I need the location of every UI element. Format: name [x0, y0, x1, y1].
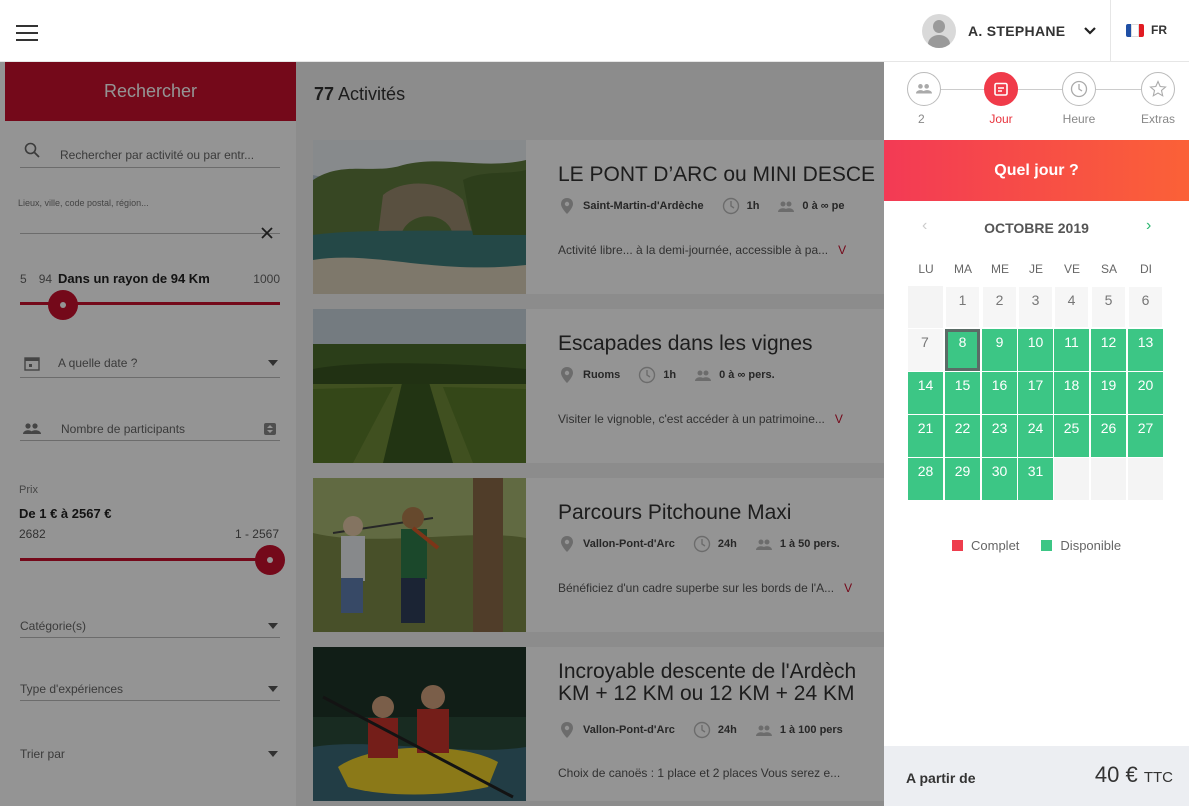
calendar-day-available[interactable]: 26 — [1091, 415, 1126, 457]
weekday-label: ME — [991, 262, 1009, 276]
calendar-empty-cell — [1128, 458, 1163, 500]
calendar-day-available[interactable]: 31 — [1018, 458, 1053, 500]
calendar-day-available[interactable]: 15 — [945, 372, 980, 414]
step-label: Heure — [1062, 112, 1096, 126]
step-label: Jour — [989, 112, 1013, 126]
booking-panel: 2 Jour Heure Extras Quel jour ? ‹ OCTOBR… — [884, 62, 1189, 806]
legend-full-swatch — [952, 540, 963, 551]
calendar-day-available[interactable]: 16 — [982, 372, 1017, 414]
calendar-header: ‹ OCTOBRE 2019 › — [884, 217, 1189, 241]
calendar-day-available[interactable]: 23 — [982, 415, 1017, 457]
price-value: 40 € TTC — [1095, 762, 1173, 788]
weekday-label: SA — [1100, 262, 1117, 276]
calendar-day-past: 1 — [945, 286, 980, 328]
clock-icon — [1070, 80, 1088, 98]
calendar-day-available[interactable]: 10 — [1018, 329, 1053, 371]
weekday-label: VE — [1063, 262, 1080, 276]
calendar-empty-cell — [1054, 458, 1089, 500]
weekday-label: LU — [918, 262, 934, 276]
page-overlay[interactable] — [0, 62, 884, 806]
price-from-label: A partir de — [906, 770, 976, 786]
top-bar: A. STEPHANE FR — [0, 0, 1189, 62]
calendar-day-available[interactable]: 27 — [1128, 415, 1163, 457]
booking-steps: 2 Jour Heure Extras — [884, 62, 1189, 140]
calendar-day-available[interactable]: 17 — [1018, 372, 1053, 414]
calendar-day-available[interactable]: 30 — [982, 458, 1017, 500]
price-suffix: TTC — [1143, 769, 1173, 786]
step-label: 2 — [918, 112, 925, 126]
calendar-day-available[interactable]: 12 — [1091, 329, 1126, 371]
legend-full-label: Complet — [971, 538, 1020, 553]
legend-available-swatch — [1041, 540, 1053, 551]
step-extras[interactable]: Extras — [1140, 72, 1176, 126]
step-time[interactable]: Heure — [1061, 72, 1097, 126]
calendar-month: OCTOBRE 2019 — [984, 220, 1089, 236]
calendar-day-available[interactable]: 13 — [1128, 329, 1163, 371]
step-day[interactable]: Jour — [983, 72, 1019, 126]
weekday-label: MA — [954, 262, 972, 276]
chevron-down-icon[interactable] — [1083, 24, 1097, 38]
calendar-empty-cell — [908, 286, 943, 328]
step-participants[interactable]: 2 — [906, 72, 942, 126]
calendar-day-available[interactable]: 24 — [1018, 415, 1053, 457]
calendar-day-past: 4 — [1054, 286, 1089, 328]
day-question: Quel jour ? — [884, 140, 1189, 201]
calendar-day-available[interactable]: 11 — [1054, 329, 1089, 371]
calendar-day-past: 6 — [1128, 286, 1163, 328]
legend-available-label: Disponible — [1060, 538, 1122, 553]
calendar-day-available[interactable]: 29 — [945, 458, 980, 500]
language-selector[interactable]: FR — [1126, 23, 1167, 37]
price-amount: 40 € — [1094, 762, 1138, 787]
calendar-day-available[interactable]: 20 — [1128, 372, 1163, 414]
calendar-day-available[interactable]: 14 — [908, 372, 943, 414]
menu-icon[interactable] — [16, 25, 40, 43]
calendar-day-past: 5 — [1091, 286, 1126, 328]
calendar-day-available[interactable]: 22 — [945, 415, 980, 457]
next-month-button[interactable]: › — [1146, 217, 1151, 235]
users-icon — [916, 84, 932, 94]
calendar-icon — [994, 82, 1008, 96]
user-name: A. STEPHANE — [968, 23, 1066, 39]
star-icon — [1149, 80, 1167, 97]
avatar[interactable] — [922, 14, 956, 48]
calendar-day-available[interactable]: 28 — [908, 458, 943, 500]
language-label: FR — [1151, 23, 1167, 37]
calendar-legend: Complet Disponible — [952, 538, 1121, 553]
weekday-label: JE — [1028, 262, 1043, 276]
calendar-empty-cell — [1091, 458, 1126, 500]
price-footer: A partir de 40 € TTC — [884, 746, 1189, 806]
steps-connector — [924, 89, 1154, 90]
calendar-day-available[interactable]: 18 — [1054, 372, 1089, 414]
calendar-day-past: 7 — [908, 329, 943, 371]
step-label: Extras — [1140, 112, 1175, 126]
calendar-day-available[interactable]: 25 — [1054, 415, 1089, 457]
divider — [1110, 0, 1111, 62]
user-menu[interactable]: A. STEPHANE — [922, 10, 1097, 52]
weekday-label: DI — [1140, 262, 1152, 276]
calendar-day-available[interactable]: 19 — [1091, 372, 1126, 414]
france-flag-icon — [1126, 23, 1144, 37]
calendar-day-selected[interactable]: 8 — [945, 329, 980, 371]
calendar-day-past: 3 — [1018, 286, 1053, 328]
calendar-day-past: 2 — [982, 286, 1017, 328]
calendar-day-available[interactable]: 21 — [908, 415, 943, 457]
calendar-day-available[interactable]: 9 — [982, 329, 1017, 371]
